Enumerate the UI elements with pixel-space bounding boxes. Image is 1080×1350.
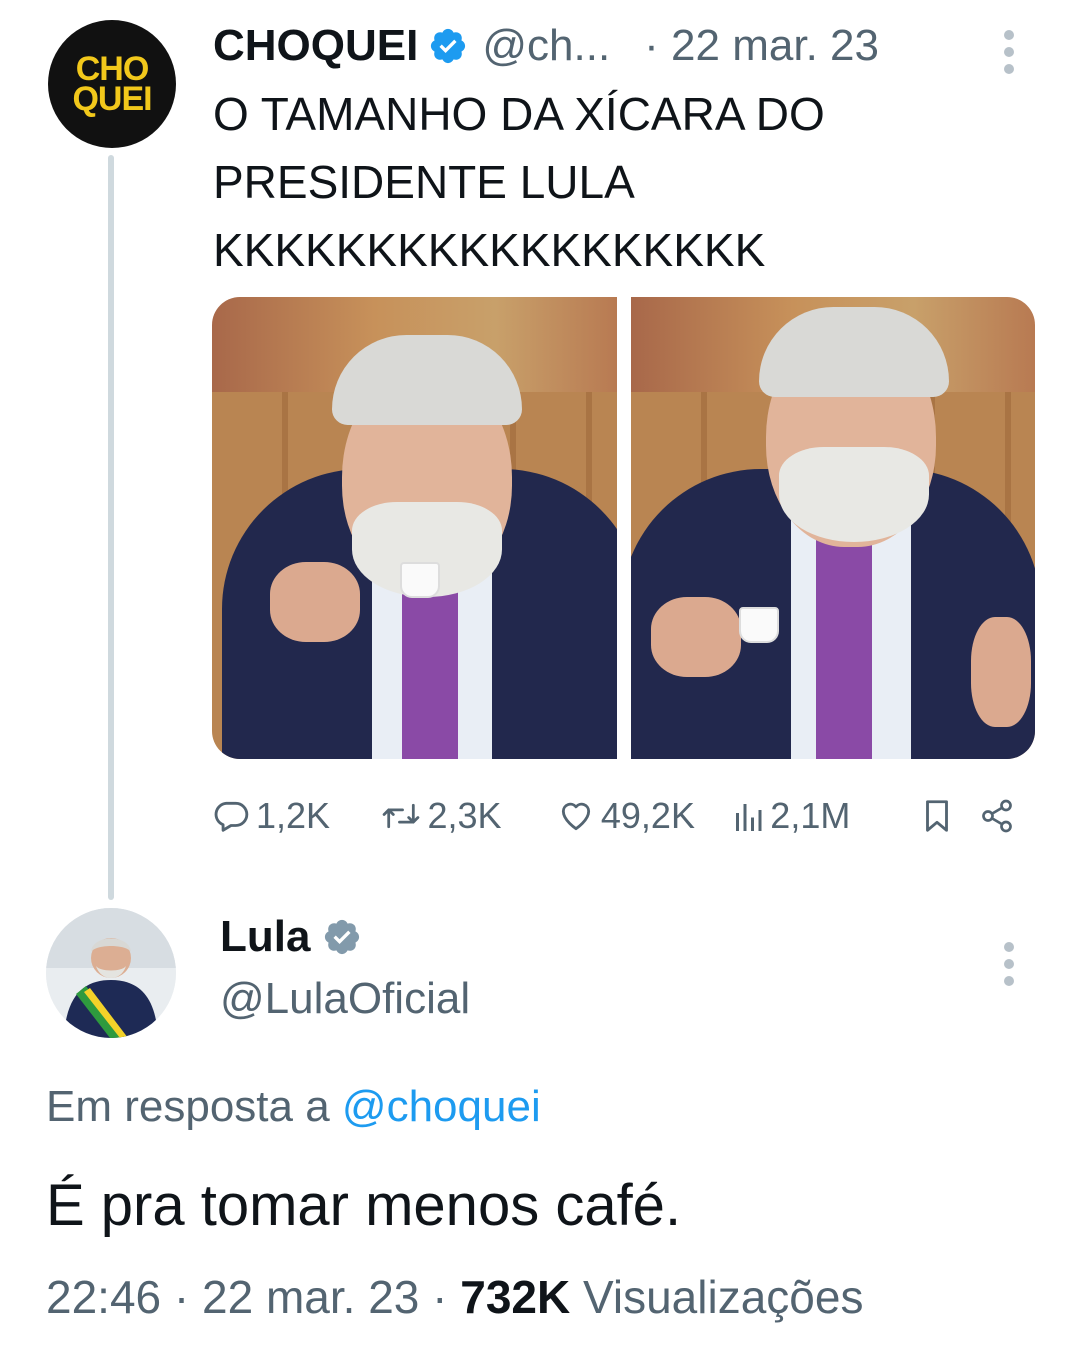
tweet-date[interactable]: · 22 mar. 23 bbox=[644, 21, 879, 71]
author-handle[interactable]: @ch... bbox=[482, 21, 610, 71]
reply-context: Em resposta a @choquei bbox=[46, 1082, 541, 1132]
tweet-actions: 1,2K 2,3K 49,2K 2,1M bbox=[212, 790, 1022, 842]
thread-line bbox=[108, 155, 114, 900]
retweet-action[interactable]: 2,3K bbox=[381, 795, 556, 837]
views-action[interactable]: 2,1M bbox=[732, 795, 901, 837]
like-count: 49,2K bbox=[600, 795, 695, 836]
choquei-avatar[interactable]: CHO QUEI bbox=[48, 20, 176, 148]
author-name[interactable]: CHOQUEI bbox=[213, 21, 418, 71]
views-count: 732K bbox=[460, 1271, 571, 1323]
reply-tweet-text: É pra tomar menos café. bbox=[46, 1173, 682, 1238]
like-action[interactable]: 49,2K bbox=[557, 795, 732, 837]
avatar-photo bbox=[46, 908, 176, 1038]
tweet-time[interactable]: 22:46 bbox=[46, 1271, 161, 1323]
avatar-logo-text-2: QUEI bbox=[72, 80, 152, 118]
bookmark-action[interactable] bbox=[902, 797, 973, 835]
view-count: 2,1M bbox=[770, 795, 851, 836]
tweet-media bbox=[212, 297, 1035, 759]
retweet-count: 2,3K bbox=[427, 795, 502, 836]
reply-count: 1,2K bbox=[256, 795, 331, 836]
photo-2[interactable] bbox=[630, 297, 1035, 759]
parent-tweet[interactable]: CHO QUEI CHOQUEI @ch... · 22 mar. 23 O T… bbox=[0, 0, 1080, 900]
retweet-icon bbox=[383, 803, 420, 829]
parent-tweet-header: CHOQUEI @ch... · 22 mar. 23 bbox=[213, 16, 879, 76]
reply-action[interactable]: 1,2K bbox=[212, 795, 381, 837]
verified-badge-icon bbox=[325, 919, 360, 955]
more-icon[interactable] bbox=[1002, 942, 1016, 986]
verified-badge-icon bbox=[431, 28, 466, 64]
photo-1[interactable] bbox=[212, 297, 617, 759]
reply-author-row: Lula bbox=[220, 912, 362, 962]
views-label: Visualizações bbox=[583, 1271, 864, 1323]
reply-tweet-meta: 22:46 · 22 mar. 23 · 732K Visualizações bbox=[46, 1271, 864, 1323]
views-icon bbox=[736, 804, 762, 831]
share-icon bbox=[982, 799, 1013, 833]
like-icon bbox=[561, 802, 590, 831]
tweet-date[interactable]: 22 mar. 23 bbox=[202, 1271, 419, 1323]
reply-to-link[interactable]: @choquei bbox=[342, 1082, 541, 1131]
reply-author-handle[interactable]: @LulaOficial bbox=[220, 974, 470, 1024]
lula-avatar[interactable] bbox=[46, 908, 176, 1038]
share-action[interactable] bbox=[973, 798, 1022, 834]
tweet-text-line: O TAMANHO DA XÍCARA DO bbox=[213, 88, 825, 140]
bookmark-icon bbox=[926, 800, 949, 832]
reply-prefix: Em resposta a bbox=[46, 1082, 330, 1131]
tweet-text-line: KKKKKKKKKKKKKKKKKK bbox=[213, 224, 766, 276]
more-icon[interactable] bbox=[1002, 30, 1016, 74]
tweet-text-line: PRESIDENTE LULA bbox=[213, 156, 635, 208]
reply-author-name[interactable]: Lula bbox=[220, 912, 310, 962]
parent-tweet-text: O TAMANHO DA XÍCARA DO PRESIDENTE LULA K… bbox=[213, 80, 1013, 284]
reply-icon bbox=[214, 801, 249, 832]
